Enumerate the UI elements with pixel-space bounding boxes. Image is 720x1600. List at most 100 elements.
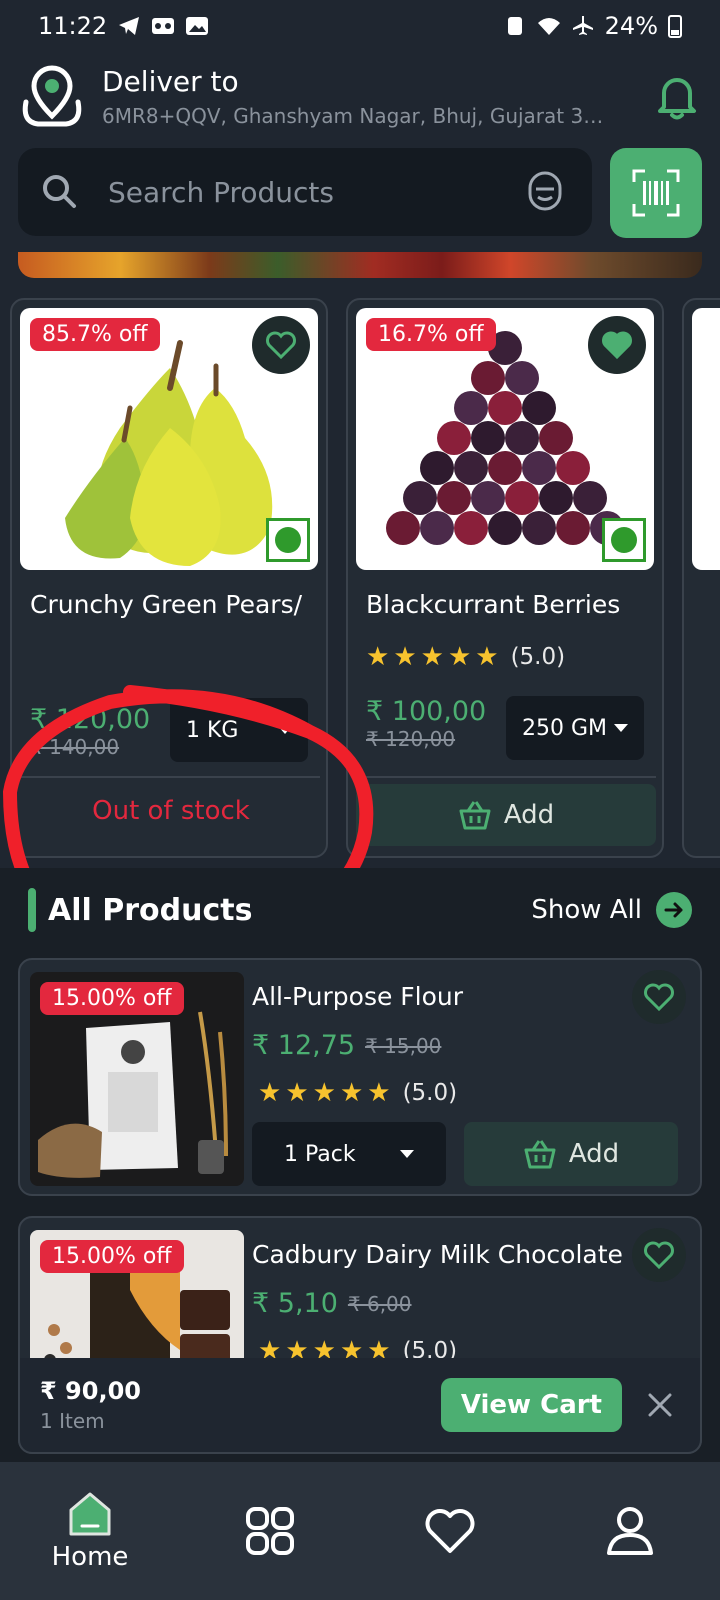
view-cart-button[interactable]: View Cart <box>440 1378 622 1432</box>
star-icon: ★ <box>285 1078 309 1108</box>
section-title: All Products <box>28 888 252 932</box>
product-name[interactable]: All-Purpose Flour <box>252 982 463 1011</box>
product-image[interactable]: 16.7% off <box>356 308 654 570</box>
favorite-button[interactable] <box>252 316 310 374</box>
product-image[interactable]: 15.00% off <box>30 972 244 1186</box>
add-to-cart-button[interactable]: Add <box>464 1122 678 1186</box>
product-card[interactable] <box>682 298 720 858</box>
title-accent-bar <box>28 888 36 932</box>
arrow-right-icon <box>656 892 692 928</box>
search-input[interactable] <box>80 175 520 209</box>
cart-info: ₹ 90,00 1 Item <box>40 1377 441 1433</box>
delivery-address[interactable]: Deliver to 6MR8+QQV, Ghanshyam Nagar, Bh… <box>102 65 642 128</box>
price-block: ₹ 5,10 ₹ 6,00 <box>252 1288 412 1319</box>
heart-outline-icon <box>266 331 296 360</box>
price-block: ₹ 100,00 ₹ 120,00 <box>366 696 486 751</box>
home-icon <box>69 1492 111 1536</box>
product-name[interactable]: Cadbury Dairy Milk Chocolate <box>252 1240 623 1269</box>
rating-value: (5.0) <box>510 644 566 670</box>
close-icon[interactable] <box>640 1385 680 1425</box>
profile-icon <box>607 1507 653 1555</box>
dropdown-icon <box>278 726 292 734</box>
basket-icon <box>524 1140 556 1169</box>
barcode-scan-icon <box>632 169 680 217</box>
status-bar: 11:22 24% <box>0 0 720 52</box>
favorite-button[interactable] <box>632 970 686 1024</box>
section-header: All Products Show All <box>28 888 692 932</box>
telegram-icon <box>119 17 140 35</box>
product-price: ₹ 120,00 <box>30 704 151 735</box>
header: Deliver to 6MR8+QQV, Ghanshyam Nagar, Bh… <box>18 58 702 134</box>
battery-icon <box>668 15 682 38</box>
product-image[interactable]: 85.7% off <box>20 308 318 570</box>
location-logo-icon <box>22 65 82 127</box>
heart-icon <box>425 1509 475 1553</box>
star-icon: ★ <box>339 1078 364 1108</box>
promo-banner[interactable] <box>18 252 702 278</box>
product-old-price: ₹ 140,00 <box>30 735 120 759</box>
nav-home[interactable]: Home <box>30 1490 150 1572</box>
unit-value: 1 Pack <box>284 1141 356 1167</box>
product-card[interactable]: 85.7% off Crunchy Green Pears/ ₹ 120,00 … <box>10 298 328 858</box>
battery-percent: 24% <box>604 12 658 40</box>
voice-search-icon[interactable] <box>520 167 570 217</box>
cart-total: ₹ 90,00 <box>40 1377 141 1405</box>
show-all-button[interactable]: Show All <box>531 892 692 928</box>
featured-products-carousel[interactable]: 85.7% off Crunchy Green Pears/ ₹ 120,00 … <box>10 298 720 858</box>
unit-selector[interactable]: 1 Pack <box>252 1122 446 1186</box>
discount-badge: 15.00% off <box>40 982 184 1015</box>
nav-profile[interactable] <box>570 1505 690 1557</box>
product-name[interactable]: Blackcurrant Berries <box>366 590 620 619</box>
veg-indicator-icon <box>602 518 646 562</box>
bottom-navigation: Home <box>0 1462 720 1600</box>
barcode-scan-button[interactable] <box>610 148 702 238</box>
unit-selector[interactable]: 250 GM <box>506 696 644 760</box>
favorite-button[interactable] <box>588 316 646 374</box>
product-price: ₹ 12,75 <box>252 1030 356 1061</box>
veg-indicator-icon <box>266 518 310 562</box>
heart-outline-icon <box>644 1241 674 1270</box>
product-old-price: ₹ 6,00 <box>347 1291 412 1316</box>
star-icon: ★ <box>447 642 472 672</box>
airplane-icon <box>572 16 593 35</box>
nav-home-label: Home <box>51 1542 129 1572</box>
favorite-button[interactable] <box>632 1228 686 1282</box>
dropdown-icon <box>614 724 628 732</box>
cart-summary-bar: ₹ 90,00 1 Item View Cart <box>18 1358 702 1454</box>
search-bar[interactable] <box>18 148 592 236</box>
discount-badge: 15.00% off <box>40 1240 184 1273</box>
notification-bell-icon[interactable] <box>652 71 702 121</box>
price-block: ₹ 120,00 ₹ 140,00 <box>30 704 150 759</box>
nav-categories[interactable] <box>210 1505 330 1557</box>
heart-filled-icon <box>602 331 632 360</box>
add-to-cart-button[interactable]: Add <box>356 784 656 846</box>
dropdown-icon <box>400 1150 414 1158</box>
voicemail-icon <box>152 18 175 34</box>
out-of-stock-label: Out of stock <box>92 796 250 826</box>
section-title-text: All Products <box>48 892 253 928</box>
wifi-icon <box>537 18 560 35</box>
star-icon: ★ <box>367 1078 391 1108</box>
show-all-label: Show All <box>531 895 642 925</box>
star-icon: ★ <box>258 1078 282 1108</box>
status-time: 11:22 <box>38 12 108 40</box>
unit-value: 250 GM <box>522 715 608 741</box>
product-price: ₹ 100,00 <box>366 696 487 727</box>
unit-selector[interactable]: 1 KG <box>170 698 308 762</box>
product-card[interactable]: 16.7% off Blackcurrant Berries ★ ★ ★ ★ ★ (5.… <box>346 298 664 858</box>
star-icon: ★ <box>420 642 444 672</box>
star-icon: ★ <box>393 642 417 672</box>
product-name[interactable]: Crunchy Green Pears/ <box>30 590 302 619</box>
product-row[interactable]: 15.00% off All-Purpose Flour ₹ 12,75 ₹ 1… <box>18 958 702 1196</box>
nav-favorites[interactable] <box>390 1507 510 1555</box>
star-icon: ★ <box>366 642 390 672</box>
discount-badge: 85.7% off <box>30 318 160 351</box>
product-old-price: ₹ 15,00 <box>365 1033 442 1058</box>
product-price: ₹ 5,10 <box>252 1288 338 1319</box>
product-image[interactable] <box>692 308 720 570</box>
search-icon <box>43 175 76 208</box>
gallery-icon <box>186 17 209 35</box>
address-text[interactable]: 6MR8+QQV, Ghanshyam Nagar, Bhuj, Gujarat… <box>102 104 612 128</box>
categories-icon <box>246 1507 294 1555</box>
divider <box>20 776 320 778</box>
